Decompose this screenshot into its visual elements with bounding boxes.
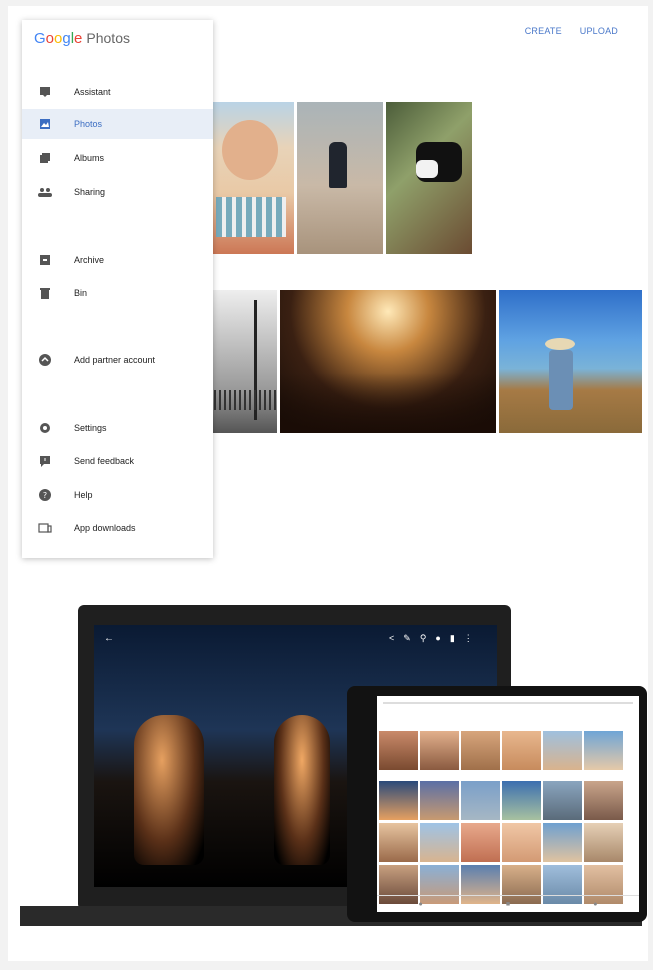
sharing-icon bbox=[38, 185, 52, 199]
photo-child-portrait[interactable] bbox=[204, 102, 294, 254]
google-photos-logo: Google Photos bbox=[34, 30, 130, 47]
logo-suffix: Photos bbox=[86, 30, 130, 46]
nav-label: Assistant bbox=[74, 87, 111, 97]
tablet-nav-icon[interactable]: ● bbox=[593, 901, 597, 908]
upload-button[interactable]: UPLOAD bbox=[580, 26, 618, 36]
nav-item-send-feedback[interactable]: Send feedback bbox=[22, 446, 213, 476]
more-icon[interactable]: ⋮ bbox=[464, 633, 473, 644]
tablet-device: ● ■ ● bbox=[347, 686, 647, 922]
thumbnail[interactable] bbox=[502, 823, 541, 862]
nav-item-photos[interactable]: Photos bbox=[22, 109, 213, 139]
tablet-photo-grid bbox=[377, 731, 639, 904]
thumbnail[interactable] bbox=[461, 731, 500, 770]
create-button[interactable]: CREATE bbox=[525, 26, 562, 36]
zoom-icon[interactable]: ⚲ bbox=[420, 633, 427, 644]
nav-label: Add partner account bbox=[74, 355, 156, 365]
nav-item-archive[interactable]: Archive bbox=[22, 245, 213, 275]
tablet-nav-icon[interactable]: ■ bbox=[506, 901, 510, 908]
thumbnail[interactable] bbox=[584, 731, 623, 770]
help-icon: ? bbox=[38, 488, 52, 502]
thumbnail[interactable] bbox=[543, 823, 582, 862]
nav-item-settings[interactable]: Settings bbox=[22, 413, 213, 443]
nav-item-add-partner-account[interactable]: Add partner account bbox=[22, 345, 213, 375]
nav-label: Bin bbox=[74, 288, 88, 298]
person-left bbox=[134, 715, 204, 865]
tablet-bottom-nav: ● ■ ● bbox=[377, 895, 639, 912]
logo-letter: e bbox=[74, 30, 83, 47]
child-face bbox=[222, 120, 278, 180]
pier-railing bbox=[204, 390, 277, 410]
nav-label: Albums bbox=[74, 153, 105, 163]
info-icon[interactable]: ● bbox=[435, 633, 440, 644]
albums-icon bbox=[38, 151, 52, 165]
thumbnail[interactable] bbox=[584, 781, 623, 820]
thumbnail[interactable] bbox=[543, 731, 582, 770]
partner-account-icon bbox=[38, 353, 52, 367]
back-arrow-icon[interactable]: ← bbox=[104, 633, 114, 644]
photos-icon bbox=[38, 117, 52, 131]
logo-letter: o bbox=[45, 30, 55, 47]
tablet-screen: ● ■ ● bbox=[377, 696, 639, 912]
photo-cows-fence[interactable] bbox=[386, 102, 472, 254]
photo-pier-lamps[interactable] bbox=[204, 290, 277, 433]
nav-item-sharing[interactable]: Sharing bbox=[22, 177, 213, 207]
nav-drawer: Google Photos Assistant Photos Albums Sha… bbox=[22, 20, 213, 558]
nav-item-albums[interactable]: Albums bbox=[22, 143, 213, 173]
nav-item-bin[interactable]: Bin bbox=[22, 278, 213, 308]
settings-icon bbox=[38, 421, 52, 435]
thumbnail[interactable] bbox=[584, 823, 623, 862]
cow-patch bbox=[416, 160, 438, 178]
person-figure bbox=[549, 350, 573, 410]
archive-icon bbox=[38, 253, 52, 267]
edit-icon[interactable]: ✎ bbox=[403, 633, 411, 644]
nav-item-assistant[interactable]: Assistant bbox=[22, 77, 213, 107]
sun-hat bbox=[545, 338, 575, 350]
tablet-status-bar bbox=[383, 702, 633, 704]
nav-label: App downloads bbox=[74, 523, 136, 533]
thumbnail[interactable] bbox=[420, 731, 459, 770]
bin-icon bbox=[38, 286, 52, 300]
thumbnail[interactable] bbox=[502, 781, 541, 820]
thumbnail[interactable] bbox=[379, 823, 418, 862]
thumbnail[interactable] bbox=[379, 731, 418, 770]
thumbnail[interactable] bbox=[543, 781, 582, 820]
photo-concert-crowd[interactable] bbox=[280, 290, 496, 433]
feedback-icon bbox=[38, 454, 52, 468]
nav-label: Photos bbox=[74, 119, 103, 129]
photo-coast-hat[interactable] bbox=[499, 290, 642, 433]
nav-label: Help bbox=[74, 490, 93, 500]
topbar-actions: CREATE UPLOAD bbox=[525, 26, 618, 36]
thumbnail[interactable] bbox=[379, 781, 418, 820]
nav-label: Send feedback bbox=[74, 456, 135, 466]
svg-text:?: ? bbox=[43, 491, 47, 500]
nav-label: Sharing bbox=[74, 187, 106, 197]
thumbnail[interactable] bbox=[502, 731, 541, 770]
toddler-figure bbox=[329, 142, 347, 188]
logo-letter: g bbox=[62, 30, 71, 47]
nav-label: Archive bbox=[74, 255, 105, 265]
nav-item-app-downloads[interactable]: App downloads bbox=[22, 513, 213, 543]
thumbnail[interactable] bbox=[461, 781, 500, 820]
thumbnail[interactable] bbox=[420, 823, 459, 862]
photo-toddler-standing[interactable] bbox=[297, 102, 383, 254]
app-downloads-icon bbox=[38, 521, 52, 535]
logo-letter: G bbox=[34, 30, 46, 47]
viewer-toolbar: < ✎ ⚲ ● ▮ ⋮ bbox=[389, 633, 473, 644]
person-right bbox=[274, 715, 330, 865]
thumbnail[interactable] bbox=[461, 823, 500, 862]
nav-item-help[interactable]: ? Help bbox=[22, 480, 213, 510]
share-icon[interactable]: < bbox=[389, 633, 394, 644]
thumbnail[interactable] bbox=[420, 781, 459, 820]
assistant-icon bbox=[38, 85, 52, 99]
delete-icon[interactable]: ▮ bbox=[450, 633, 455, 644]
nav-label: Settings bbox=[74, 423, 107, 433]
striped-shirt bbox=[216, 197, 286, 237]
tablet-nav-icon[interactable]: ● bbox=[419, 901, 423, 908]
crowd-silhouette bbox=[280, 373, 496, 433]
